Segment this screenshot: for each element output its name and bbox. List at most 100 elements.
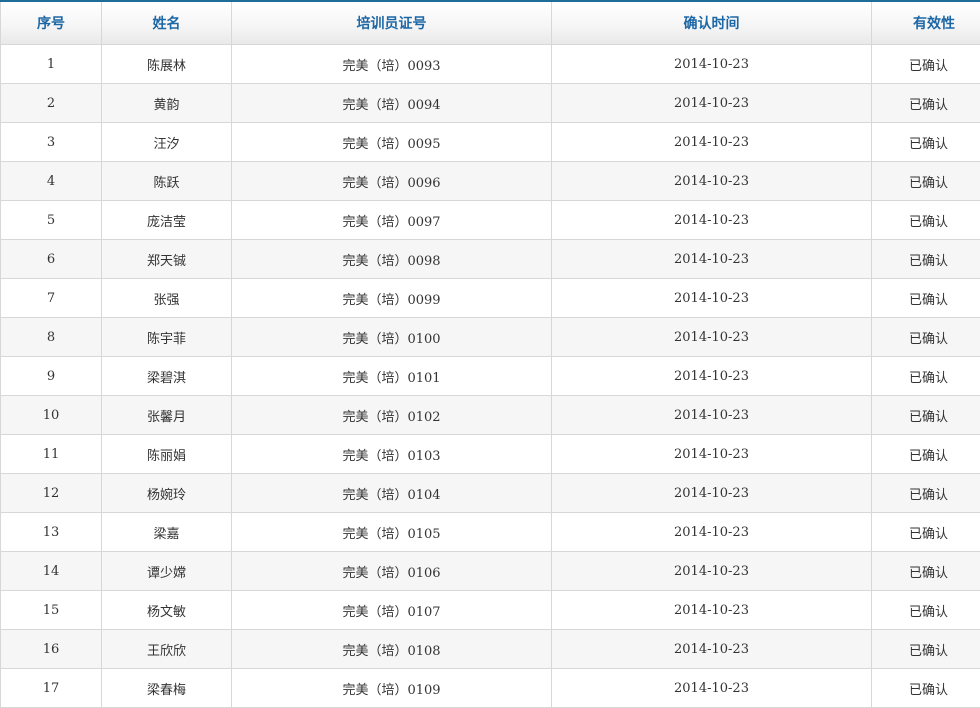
cert-number-prefix: 完美（培）: [342, 176, 407, 191]
cert-number-digits: 0093: [407, 59, 440, 74]
validity-status: 已确认: [909, 410, 948, 425]
serial-cell: 17: [1, 669, 102, 708]
validity-cell: 已确认: [872, 123, 980, 162]
cert-number-cell: 完美（培）0102: [232, 396, 552, 435]
cert-number-digits: 0096: [407, 176, 440, 191]
trainer-confirmation-table: 序号 姓名 培训员证号 确认时间 有效性 1陈展林完美（培）00932014-1…: [0, 0, 980, 708]
cert-number-cell: 完美（培）0100: [232, 318, 552, 357]
cert-number-prefix: 完美（培）: [342, 527, 407, 542]
table-row: 7张强完美（培）00992014-10-23已确认: [1, 279, 980, 318]
name-cell: 杨婉玲: [102, 474, 232, 513]
trainer-name: 陈跃: [153, 176, 179, 191]
validity-status: 已确认: [909, 488, 948, 503]
cert-number-digits: 0109: [407, 683, 440, 698]
serial-number: 5: [47, 213, 55, 228]
trainer-name: 梁春梅: [147, 683, 186, 698]
validity-status: 已确认: [909, 605, 948, 620]
name-cell: 王欣欣: [102, 630, 232, 669]
cert-number-cell: 完美（培）0109: [232, 669, 552, 708]
validity-status: 已确认: [909, 176, 948, 191]
serial-cell: 2: [1, 84, 102, 123]
cert-number-cell: 完美（培）0099: [232, 279, 552, 318]
confirm-time-cell: 2014-10-23: [552, 474, 872, 513]
cert-number-digits: 0100: [407, 332, 440, 347]
validity-cell: 已确认: [872, 396, 980, 435]
serial-number: 9: [47, 369, 55, 384]
serial-cell: 14: [1, 552, 102, 591]
cert-number-prefix: 完美（培）: [342, 254, 407, 269]
trainer-name: 梁碧淇: [147, 371, 186, 386]
cert-number-prefix: 完美（培）: [342, 371, 407, 386]
serial-number: 4: [47, 174, 55, 189]
validity-status: 已确认: [909, 254, 948, 269]
confirm-date: 2014-10-23: [674, 213, 749, 228]
table-row: 4陈跃完美（培）00962014-10-23已确认: [1, 162, 980, 201]
cert-number-cell: 完美（培）0105: [232, 513, 552, 552]
cert-number-prefix: 完美（培）: [342, 410, 407, 425]
trainer-name: 汪汐: [153, 137, 179, 152]
validity-status: 已确认: [909, 332, 948, 347]
cert-number-digits: 0104: [407, 488, 440, 503]
serial-number: 17: [43, 681, 60, 696]
serial-cell: 16: [1, 630, 102, 669]
confirm-time-cell: 2014-10-23: [552, 279, 872, 318]
table-row: 13梁嘉完美（培）01052014-10-23已确认: [1, 513, 980, 552]
cert-number-digits: 0094: [407, 98, 440, 113]
confirm-date: 2014-10-23: [674, 642, 749, 657]
validity-cell: 已确认: [872, 435, 980, 474]
serial-number: 13: [43, 525, 60, 540]
trainer-name: 黄韵: [153, 98, 179, 113]
validity-cell: 已确认: [872, 669, 980, 708]
trainer-name: 梁嘉: [153, 527, 179, 542]
validity-cell: 已确认: [872, 552, 980, 591]
name-cell: 庞洁莹: [102, 201, 232, 240]
cert-number-prefix: 完美（培）: [342, 644, 407, 659]
serial-cell: 12: [1, 474, 102, 513]
confirm-time-cell: 2014-10-23: [552, 669, 872, 708]
cert-number-prefix: 完美（培）: [342, 332, 407, 347]
name-cell: 梁春梅: [102, 669, 232, 708]
serial-cell: 7: [1, 279, 102, 318]
cert-number-prefix: 完美（培）: [342, 683, 407, 698]
cert-number-digits: 0099: [407, 293, 440, 308]
table-row: 2黄韵完美（培）00942014-10-23已确认: [1, 84, 980, 123]
confirm-date: 2014-10-23: [674, 369, 749, 384]
table-header: 序号 姓名 培训员证号 确认时间 有效性: [1, 1, 980, 45]
serial-cell: 5: [1, 201, 102, 240]
serial-cell: 9: [1, 357, 102, 396]
trainer-name: 庞洁莹: [147, 215, 186, 230]
cert-number-cell: 完美（培）0094: [232, 84, 552, 123]
confirm-time-cell: 2014-10-23: [552, 123, 872, 162]
trainer-name: 杨文敏: [147, 605, 186, 620]
table-row: 17梁春梅完美（培）01092014-10-23已确认: [1, 669, 980, 708]
serial-cell: 8: [1, 318, 102, 357]
confirm-time-cell: 2014-10-23: [552, 435, 872, 474]
table-row: 15杨文敏完美（培）01072014-10-23已确认: [1, 591, 980, 630]
cert-number-cell: 完美（培）0098: [232, 240, 552, 279]
cert-number-prefix: 完美（培）: [342, 449, 407, 464]
header-row: 序号 姓名 培训员证号 确认时间 有效性: [1, 1, 980, 45]
cert-number-cell: 完美（培）0104: [232, 474, 552, 513]
cert-number-cell: 完美（培）0107: [232, 591, 552, 630]
serial-cell: 3: [1, 123, 102, 162]
validity-cell: 已确认: [872, 513, 980, 552]
confirm-time-cell: 2014-10-23: [552, 630, 872, 669]
trainer-name: 陈展林: [147, 59, 186, 74]
validity-status: 已确认: [909, 527, 948, 542]
validity-status: 已确认: [909, 59, 948, 74]
cert-number-digits: 0107: [407, 605, 440, 620]
validity-status: 已确认: [909, 137, 948, 152]
trainer-name: 郑天铖: [147, 254, 186, 269]
confirm-time-cell: 2014-10-23: [552, 240, 872, 279]
column-header-name: 姓名: [102, 1, 232, 45]
serial-cell: 4: [1, 162, 102, 201]
cert-number-cell: 完美（培）0093: [232, 45, 552, 84]
name-cell: 陈展林: [102, 45, 232, 84]
confirm-time-cell: 2014-10-23: [552, 357, 872, 396]
trainer-name: 张强: [153, 293, 179, 308]
confirm-date: 2014-10-23: [674, 408, 749, 423]
name-cell: 郑天铖: [102, 240, 232, 279]
validity-status: 已确认: [909, 644, 948, 659]
table-row: 10张馨月完美（培）01022014-10-23已确认: [1, 396, 980, 435]
cert-number-digits: 0108: [407, 644, 440, 659]
